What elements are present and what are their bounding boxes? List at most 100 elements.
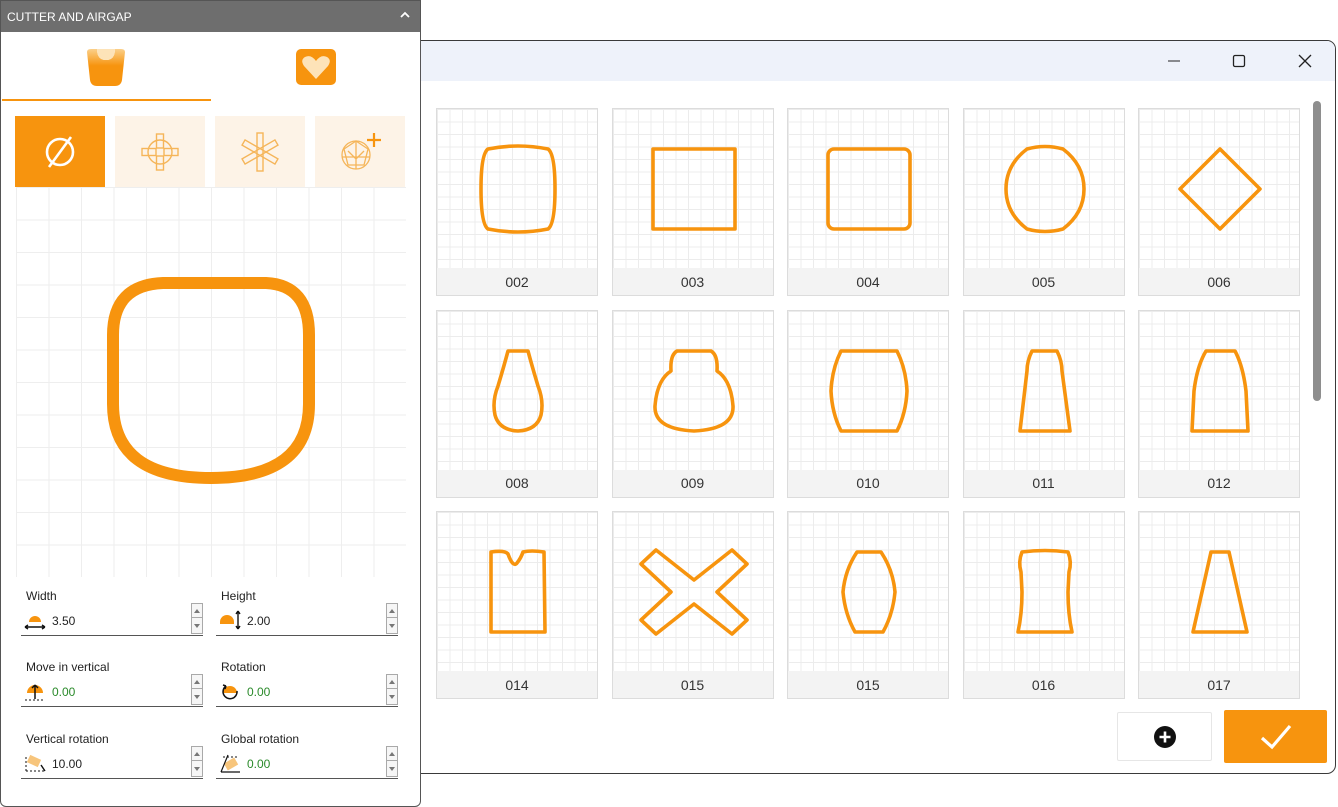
field-label: Rotation [221,660,266,674]
shape-card[interactable]: 017 [1138,511,1300,699]
cutter-shape-icon [87,49,125,86]
close-button[interactable] [1275,41,1335,81]
heart-shape-icon [296,49,336,85]
shape-label: 002 [437,268,597,295]
field-label: Height [221,589,256,603]
decrement-button[interactable] [192,619,202,633]
collapse-chevron-icon[interactable] [398,8,412,25]
close-icon [1298,54,1312,68]
cutter-airgap-panel: CUTTER AND AIRGAP Width 3.50 Height 2.00… [0,0,421,807]
numeric-spinner[interactable] [191,746,203,777]
parameter-field: Height 2.00 [216,589,398,649]
height-icon [220,610,241,630]
minimize-button[interactable] [1144,41,1204,81]
tool-add-gem[interactable] [315,116,405,187]
rotation-icon [222,684,238,700]
increment-button[interactable] [387,604,397,618]
decrement-button[interactable] [192,690,202,704]
parameter-field: Rotation 0.00 [216,660,398,720]
shape-card[interactable]: 012 [1138,309,1300,498]
maximize-button[interactable] [1209,41,1269,81]
active-tab-underline [2,99,211,101]
panel-header: CUTTER AND AIRGAP [1,1,420,32]
tool-diameter[interactable] [15,116,105,187]
field-underline [21,778,203,779]
shape-card[interactable]: 008 [436,309,598,498]
numeric-spinner[interactable] [386,674,398,705]
maximize-icon [1232,54,1246,68]
add-circle-icon [1153,725,1176,748]
shape-card[interactable]: 005 [962,108,1125,296]
numeric-spinner[interactable] [386,603,398,634]
move-vertical-icon [25,684,45,701]
confirm-button[interactable] [1224,710,1327,763]
increment-button[interactable] [192,604,202,618]
shape-card[interactable]: 015 [787,511,949,699]
shape-label: 009 [612,469,773,497]
selected-shape-preview [107,277,315,484]
shape-label: 016 [963,671,1124,698]
shape-library-window: 002 003 004 005 006 008 009 010 011 012 014 015 015 0… [388,40,1336,774]
decrement-button[interactable] [387,619,397,633]
add-shape-button[interactable] [1117,712,1212,761]
parameter-field: Global rotation 0.00 [216,732,398,792]
decrement-button[interactable] [387,690,397,704]
shape-preview-canvas[interactable] [16,187,406,577]
add-gem-icon [341,132,381,170]
shape-card[interactable]: 010 [787,309,949,498]
numeric-spinner[interactable] [386,746,398,777]
shape-card[interactable]: 003 [611,108,774,296]
increment-button[interactable] [192,675,202,689]
tab-airgap[interactable] [211,35,420,99]
global-rotation-icon [220,754,240,773]
decrement-button[interactable] [192,762,202,776]
shape-label: 008 [437,469,597,497]
shape-card[interactable]: 006 [1138,108,1300,296]
field-value-input[interactable]: 0.00 [247,685,270,699]
field-label: Global rotation [221,732,300,746]
parameter-field: Width 3.50 [21,589,203,649]
shape-card[interactable]: 009 [611,309,774,498]
shape-card[interactable]: 011 [962,309,1125,498]
numeric-spinner[interactable] [191,603,203,634]
shape-label: 014 [437,671,597,698]
increment-button[interactable] [387,675,397,689]
field-value-input[interactable]: 10.00 [52,757,82,771]
increment-button[interactable] [192,747,202,761]
field-underline [216,635,398,636]
field-value-input[interactable]: 0.00 [247,757,270,771]
field-value-input[interactable]: 3.50 [52,614,75,628]
checkmark-icon [1260,724,1291,749]
vertical-rotation-icon [25,754,46,772]
field-underline [216,778,398,779]
diameter-icon [45,135,75,168]
field-label: Width [26,589,57,603]
field-label: Vertical rotation [26,732,109,746]
shape-label: 005 [963,268,1124,295]
shape-card[interactable]: 002 [436,108,598,296]
shape-label: 012 [1139,469,1299,497]
shape-label: 015 [788,671,948,698]
shape-label: 017 [1139,671,1299,698]
field-label: Move in vertical [26,660,110,674]
field-value-input[interactable]: 0.00 [52,685,75,699]
numeric-spinner[interactable] [191,674,203,705]
parameter-field: Vertical rotation 10.00 [21,732,203,792]
shape-label: 003 [612,268,773,295]
shape-label: 015 [612,671,773,698]
shape-label: 004 [788,268,948,295]
shape-card[interactable]: 014 [436,511,598,699]
field-value-input[interactable]: 2.00 [247,614,270,628]
increment-button[interactable] [387,747,397,761]
shape-card[interactable]: 004 [787,108,949,296]
tab-cutter[interactable] [1,35,211,99]
shape-label: 010 [788,469,948,497]
vertical-scrollbar[interactable] [1313,101,1321,401]
tool-crosshair[interactable] [115,116,205,187]
tool-star[interactable] [215,116,305,187]
shape-card[interactable]: 015 [611,511,774,699]
panel-title: CUTTER AND AIRGAP [7,9,132,24]
decrement-button[interactable] [387,762,397,776]
shape-card[interactable]: 016 [962,511,1125,699]
field-underline [21,706,203,707]
